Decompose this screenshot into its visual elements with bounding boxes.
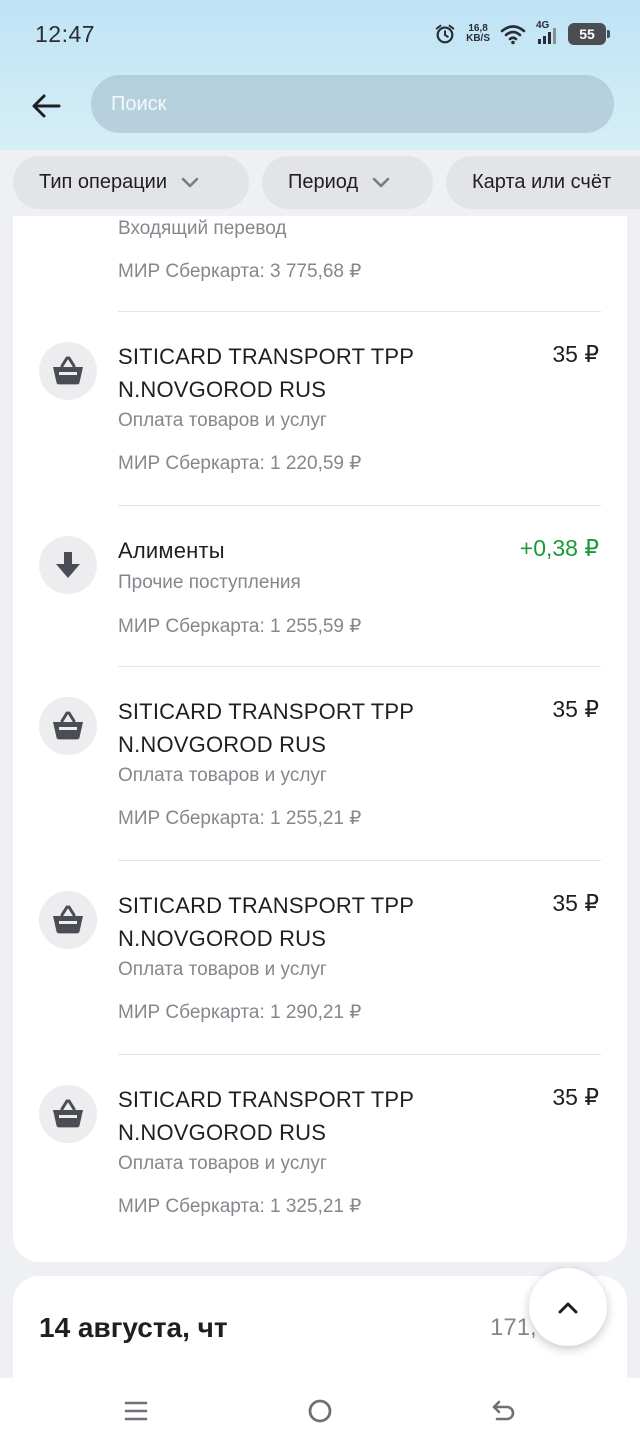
- transaction-account: МИР Сберкарта: 1 290,21 ₽: [118, 1002, 362, 1023]
- arrow-left-icon: [32, 94, 61, 118]
- transaction-account: МИР Сберкарта: 1 255,21 ₽: [118, 808, 362, 829]
- search-placeholder: Поиск: [111, 92, 167, 115]
- day-header-title: 14 августа, чт: [39, 1312, 228, 1343]
- back-button[interactable]: [26, 86, 66, 126]
- chevron-up-icon: [558, 1302, 578, 1313]
- chip-label: Период: [288, 171, 359, 193]
- transaction-title: SITICARD TRANSPORT TPP N.NOVGOROD RUS: [118, 893, 414, 951]
- transaction-title: Алименты: [118, 538, 225, 563]
- recents-button[interactable]: [121, 1396, 151, 1426]
- transaction-amount: 35 ₽: [552, 890, 599, 916]
- home-circle-icon: [308, 1399, 332, 1423]
- filter-card-or-account[interactable]: Карта или счёт: [446, 156, 640, 209]
- basket-icon: [39, 342, 97, 400]
- transaction-category: Входящий перевод: [118, 218, 287, 239]
- transaction-item[interactable]: Алименты +0,38 ₽ Прочие поступления МИР …: [13, 506, 627, 667]
- transaction-category: Оплата товаров и услуг: [118, 765, 327, 786]
- battery-indicator: 55: [568, 23, 610, 45]
- transaction-account: МИР Сберкарта: 1 325,21 ₽: [118, 1196, 362, 1217]
- transactions-card: Входящий перевод МИР Сберкарта: 3 775,68…: [13, 216, 627, 1262]
- status-time: 12:47: [35, 21, 96, 47]
- arrow-down-icon: [39, 536, 97, 594]
- transaction-title: SITICARD TRANSPORT TPP N.NOVGOROD RUS: [118, 1087, 414, 1145]
- transaction-category: Оплата товаров и услуг: [118, 410, 327, 431]
- wifi-icon: [500, 25, 526, 45]
- chevron-down-icon: [372, 177, 390, 187]
- net-speed: 16,8 KB/S: [466, 24, 490, 44]
- status-icons: 16,8 KB/S 4G 55: [434, 20, 610, 48]
- back-arrow-icon: [492, 1400, 515, 1421]
- transaction-title: SITICARD TRANSPORT TPP N.NOVGOROD RUS: [118, 699, 414, 757]
- transaction-amount: 35 ₽: [552, 1084, 599, 1110]
- transaction-item[interactable]: SITICARD TRANSPORT TPP N.NOVGOROD RUS 35…: [13, 1055, 627, 1249]
- transaction-item[interactable]: SITICARD TRANSPORT TPP N.NOVGOROD RUS 35…: [13, 861, 627, 1055]
- chevron-down-icon: [181, 177, 199, 187]
- system-nav-bar: [0, 1378, 640, 1444]
- status-bar: 12:47 16,8 KB/S 4G 55: [0, 0, 640, 70]
- chip-label: Карта или счёт: [472, 171, 612, 193]
- transaction-amount: +0,38 ₽: [519, 535, 599, 561]
- net-speed-unit: KB/S: [466, 33, 490, 44]
- scroll-to-top-button[interactable]: [529, 1268, 607, 1346]
- transaction-category: Прочие поступления: [118, 572, 301, 593]
- signal-icon: [538, 28, 556, 44]
- transaction-account: МИР Сберкарта: 3 775,68 ₽: [118, 261, 362, 282]
- transaction-amount: 35 ₽: [552, 696, 599, 722]
- basket-icon: [39, 697, 97, 755]
- home-button[interactable]: [305, 1396, 335, 1426]
- search-input[interactable]: Поиск: [91, 75, 614, 133]
- transaction-item[interactable]: SITICARD TRANSPORT TPP N.NOVGOROD RUS 35…: [13, 667, 627, 861]
- cellular-signal: 4G: [536, 20, 558, 46]
- transaction-item[interactable]: SITICARD TRANSPORT TPP N.NOVGOROD RUS 35…: [13, 312, 627, 506]
- transaction-category: Оплата товаров и услуг: [118, 959, 327, 980]
- transaction-account: МИР Сберкарта: 1 255,59 ₽: [118, 616, 362, 637]
- filter-operation-type[interactable]: Тип операции: [13, 156, 249, 209]
- alarm-icon: [435, 24, 455, 44]
- basket-icon: [39, 1085, 97, 1143]
- transaction-account: МИР Сберкарта: 1 220,59 ₽: [118, 453, 362, 474]
- top-bar: 12:47 16,8 KB/S 4G 55 Поиск: [0, 0, 640, 150]
- chip-label: Тип операции: [39, 171, 168, 193]
- back-nav-button[interactable]: [489, 1396, 519, 1426]
- transaction-category: Оплата товаров и услуг: [118, 1153, 327, 1174]
- basket-icon: [39, 891, 97, 949]
- filter-period[interactable]: Период: [262, 156, 433, 209]
- transaction-item[interactable]: Входящий перевод МИР Сберкарта: 3 775,68…: [13, 216, 627, 312]
- menu-icon: [124, 1401, 148, 1421]
- filter-chips: Тип операции Период Карта или счёт: [0, 150, 640, 216]
- transaction-amount: 35 ₽: [552, 341, 599, 367]
- transaction-title: SITICARD TRANSPORT TPP N.NOVGOROD RUS: [118, 344, 414, 402]
